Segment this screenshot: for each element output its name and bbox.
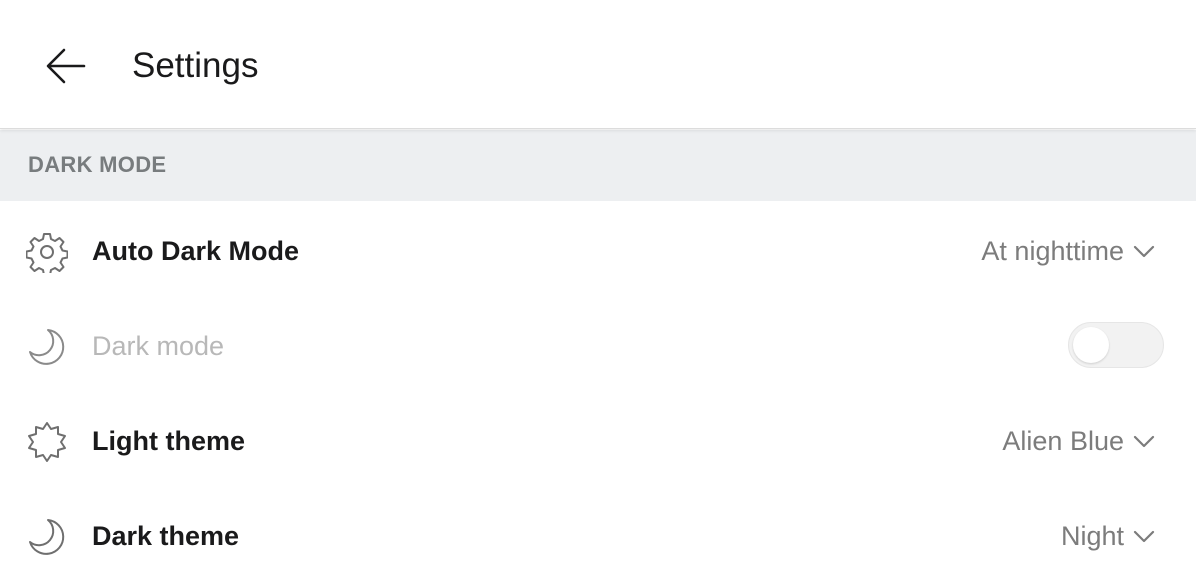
dark-mode-label: Dark mode (92, 331, 225, 361)
auto-dark-mode-row[interactable]: Auto Dark Mode At nighttime (0, 203, 1196, 298)
section-title: DARK MODE (28, 152, 167, 177)
sun-burst-icon (26, 421, 68, 463)
dark-theme-value: Night (1060, 521, 1124, 551)
gear-icon (26, 231, 68, 273)
light-theme-value: Alien Blue (1002, 426, 1124, 456)
dark-theme-row[interactable]: Dark theme Night (0, 488, 1196, 578)
auto-dark-mode-value: At nighttime (981, 236, 1124, 266)
back-button[interactable] (36, 36, 96, 96)
dark-mode-toggle[interactable] (1068, 322, 1164, 368)
chevron-down-icon (1132, 239, 1156, 263)
page-title: Settings (132, 46, 259, 85)
light-theme-row[interactable]: Light theme Alien Blue (0, 393, 1196, 488)
light-theme-label: Light theme (92, 426, 245, 456)
chevron-down-icon (1132, 429, 1156, 453)
arrow-left-icon (46, 48, 86, 84)
moon-icon (26, 326, 68, 368)
app-bar: Settings (0, 0, 1196, 129)
dark-mode-row: Dark mode (0, 298, 1196, 393)
dark-theme-dropdown[interactable]: Night (1061, 518, 1156, 554)
chevron-down-icon (1132, 524, 1156, 548)
auto-dark-mode-dropdown[interactable]: At nighttime (981, 233, 1156, 269)
dark-theme-label: Dark theme (92, 521, 240, 551)
light-theme-dropdown[interactable]: Alien Blue (1002, 423, 1156, 459)
auto-dark-mode-label: Auto Dark Mode (92, 236, 300, 266)
settings-screen: Settings DARK MODE Auto Dark Mode At nig… (0, 0, 1196, 578)
moon-icon (26, 516, 68, 558)
toggle-knob (1073, 327, 1109, 363)
section-header-dark-mode: DARK MODE (0, 130, 1196, 201)
